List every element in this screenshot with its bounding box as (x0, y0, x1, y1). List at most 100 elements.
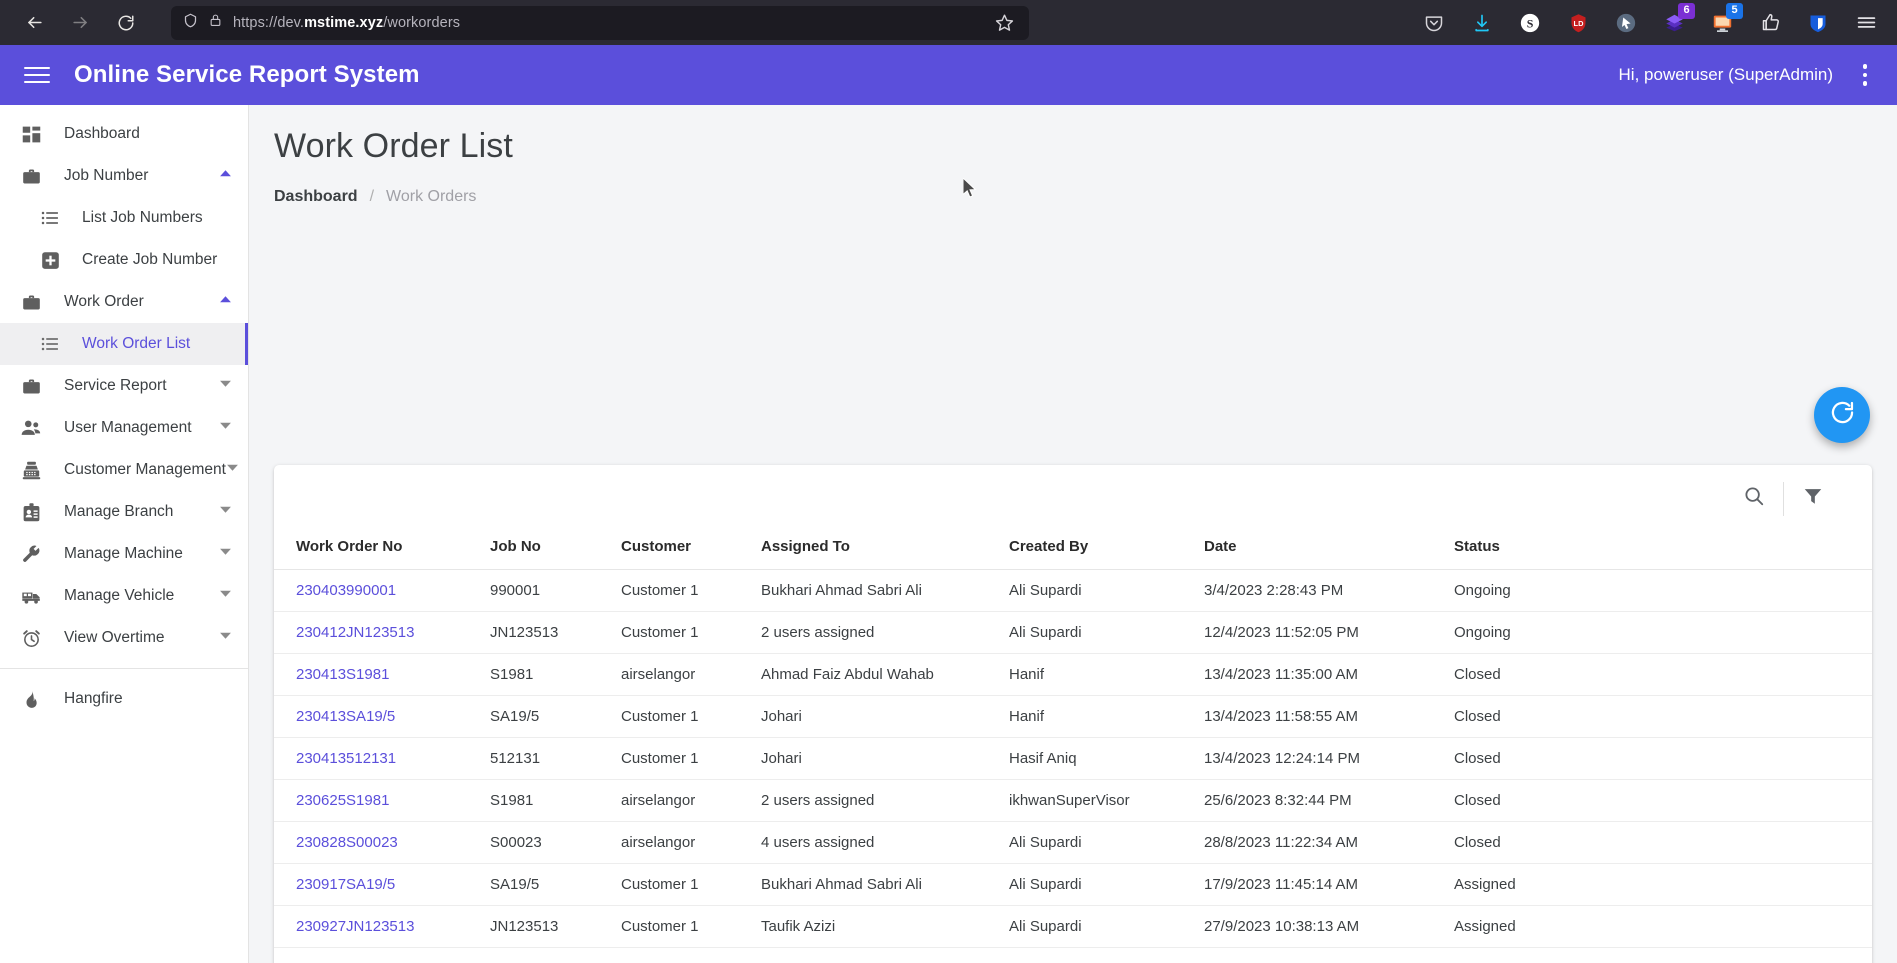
table-header-date: Date (1194, 532, 1444, 570)
refresh-fab-button[interactable] (1814, 387, 1870, 443)
sidebar-item-label: Manage Branch (64, 503, 174, 520)
reload-icon (117, 14, 135, 32)
table-body: 230403990001 990001 Customer 1 Bukhari Ahma… (274, 569, 1872, 948)
filter-button[interactable] (1784, 475, 1842, 523)
sidebar-item-dashboard[interactable]: Dashboard (0, 113, 248, 155)
screen-recorder-extension-icon[interactable]: 5 (1707, 2, 1743, 38)
breadcrumb-separator: / (369, 188, 375, 205)
sidebar-item-label: Work Order (64, 293, 144, 310)
table-cell: 512131 (480, 737, 611, 780)
sidebar-item-manage-vehicle[interactable]: Manage Vehicle (0, 575, 248, 617)
sidebar-item-work-order[interactable]: Work Order (0, 281, 248, 323)
lastpass-extension-icon[interactable]: LD (1563, 8, 1593, 38)
vertical-kebab-icon[interactable] (1855, 58, 1875, 92)
search-button[interactable] (1725, 475, 1783, 523)
work-order-link[interactable]: 230412JN123513 (274, 611, 480, 654)
chevron-down-icon[interactable] (219, 503, 232, 521)
plus-box-icon (37, 250, 63, 271)
chevron-up-icon[interactable] (219, 293, 232, 311)
search-icon (1743, 485, 1765, 512)
svg-text:S: S (1527, 16, 1534, 30)
table-cell: Ali Supardi (999, 905, 1194, 948)
chevron-down-icon[interactable] (219, 545, 232, 563)
downloads-icon[interactable] (1467, 8, 1497, 38)
reload-button[interactable] (106, 5, 146, 41)
chevron-up-icon[interactable] (219, 167, 232, 185)
work-order-link[interactable]: 230917SA19/5 (274, 863, 480, 906)
chevron-down-icon[interactable] (219, 377, 232, 395)
table-cell: 13/4/2023 11:35:00 AM (1194, 653, 1444, 696)
chevron-down-icon[interactable] (219, 629, 232, 647)
table-header-created-by: Created By (999, 532, 1194, 570)
sidebar-item-create-job-number[interactable]: Create Job Number (0, 239, 248, 281)
table-row: 230413S1981 S1981 airselangor Ahmad Faiz Ab… (274, 653, 1872, 696)
padlock-icon[interactable] (209, 12, 222, 33)
sidebar-item-label: Customer Management (64, 461, 226, 478)
sidebar-item-hangfire[interactable]: Hangfire (0, 678, 248, 720)
chevron-down-icon[interactable] (226, 461, 239, 479)
skype-extension-icon[interactable]: S (1515, 8, 1545, 38)
tracking-shield-icon[interactable] (183, 12, 198, 34)
work-order-link[interactable]: 230927JN123513 (274, 905, 480, 948)
table-cell: Ali Supardi (999, 863, 1194, 906)
work-order-link[interactable]: 230403990001 (274, 569, 480, 612)
table-cell: Hanif (999, 653, 1194, 696)
table-cell: Customer 1 (611, 695, 751, 738)
table-cell: Closed (1444, 779, 1872, 822)
chevron-down-icon[interactable] (219, 419, 232, 437)
sidebar-item-user-management[interactable]: User Management (0, 407, 248, 449)
forward-button[interactable] (60, 5, 100, 41)
table-cell: Customer 1 (611, 905, 751, 948)
table-cell: Customer 1 (611, 611, 751, 654)
onetab-extension-icon[interactable]: 6 (1659, 2, 1695, 38)
sidebar-item-customer-management[interactable]: Customer Management (0, 449, 248, 491)
table-cell: SA19/5 (480, 863, 611, 906)
browser-nav-buttons (14, 5, 146, 41)
work-order-link[interactable]: 230625S1981 (274, 779, 480, 822)
address-bar[interactable]: https://dev.mstime.xyz/workorders (171, 5, 1029, 40)
table-cell: 27/9/2023 10:38:13 AM (1194, 905, 1444, 948)
url-text[interactable]: https://dev.mstime.xyz/workorders (233, 15, 980, 31)
sidebar-item-manage-machine[interactable]: Manage Machine (0, 533, 248, 575)
browser-extension-icons: S LD 6 5 (1419, 2, 1883, 38)
table-head: Work Order No Job No Customer Assigned To Cr… (274, 532, 1872, 570)
app-menu-icon[interactable] (1851, 8, 1881, 38)
table-cell: Customer 1 (611, 863, 751, 906)
table-row: 230625S1981 S1981 airselangor 2 users assig… (274, 779, 1872, 822)
table-cell: Closed (1444, 737, 1872, 780)
sidebar-item-work-order-list[interactable]: Work Order List (0, 323, 248, 365)
work-order-link[interactable]: 230413S1981 (274, 653, 480, 696)
thumbs-up-extension-icon[interactable] (1755, 8, 1785, 38)
sidebar-item-job-number[interactable]: Job Number (0, 155, 248, 197)
sidebar-item-view-overtime[interactable]: View Overtime (0, 617, 248, 659)
table-row: 230927JN123513 JN123513 Customer 1 Taufik A… (274, 905, 1872, 948)
star-bookmark-icon[interactable] (991, 10, 1017, 36)
browser-toolbar: https://dev.mstime.xyz/workorders S LD 6… (0, 0, 1897, 45)
work-order-link[interactable]: 230413512131 (274, 737, 480, 780)
table-row: 230412JN123513 JN123513 Customer 12 users … (274, 611, 1872, 654)
table-cell: 2 users assigned (751, 611, 999, 654)
table-cell: 25/6/2023 8:32:44 PM (1194, 779, 1444, 822)
table-row: 230917SA19/5 SA19/5 Customer 1 Bukhari Ahma… (274, 863, 1872, 906)
sidebar-item-service-report[interactable]: Service Report (0, 365, 248, 407)
table-row: 230828S00023 S00023 airselangor 4 users ass… (274, 821, 1872, 864)
breadcrumb: Dashboard / Work Orders (249, 166, 1897, 206)
hamburger-menu-icon[interactable] (24, 62, 50, 88)
pocket-icon[interactable] (1419, 8, 1449, 38)
id-badge-icon (18, 502, 44, 523)
table-cell: Customer 1 (611, 737, 751, 780)
wrench-icon (18, 544, 44, 565)
table-cell: S1981 (480, 779, 611, 822)
table-cell: Assigned (1444, 863, 1872, 906)
bitwarden-extension-icon[interactable] (1803, 8, 1833, 38)
work-order-link[interactable]: 230413SA19/5 (274, 695, 480, 738)
back-button[interactable] (14, 5, 54, 41)
sidebar-item-list-job-numbers[interactable]: List Job Numbers (0, 197, 248, 239)
chevron-down-icon[interactable] (219, 587, 232, 605)
work-order-link[interactable]: 230828S00023 (274, 821, 480, 864)
table-cell: Johari (751, 695, 999, 738)
sidebar-item-manage-branch[interactable]: Manage Branch (0, 491, 248, 533)
breadcrumb-dashboard-link[interactable]: Dashboard (274, 188, 358, 206)
table-header-row: Work Order No Job No Customer Assigned To Cr… (274, 532, 1872, 570)
pointer-extension-icon[interactable] (1611, 8, 1641, 38)
